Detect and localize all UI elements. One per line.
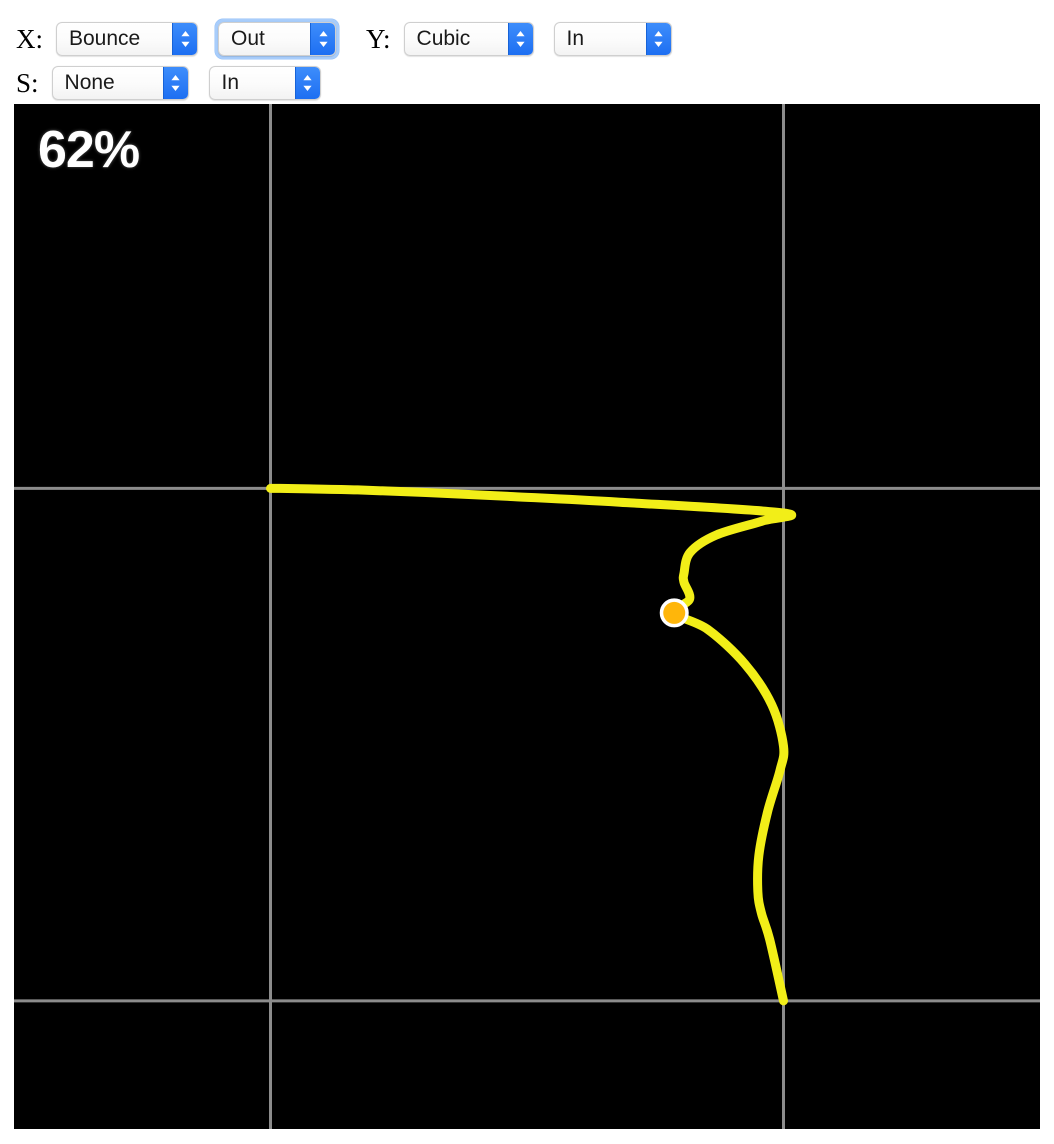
s-easing-function-value: None bbox=[64, 71, 115, 94]
chevron-up-down-icon[interactable] bbox=[162, 67, 188, 99]
x-easing-direction-select[interactable]: Out bbox=[218, 22, 336, 56]
y-easing-direction-value: In bbox=[566, 27, 585, 50]
chevron-up-down-icon[interactable] bbox=[172, 23, 197, 55]
x-easing-direction-value: Out bbox=[231, 27, 265, 50]
x-axis-label: X: bbox=[16, 23, 43, 54]
easing-curve-plot bbox=[14, 104, 1040, 1129]
s-axis-label: S: bbox=[16, 67, 39, 98]
x-easing-direction-select-wrap[interactable]: Out bbox=[215, 19, 339, 59]
easing-preview-canvas[interactable]: 62% bbox=[14, 104, 1040, 1129]
x-easing-function-value: Bounce bbox=[69, 27, 141, 50]
s-easing-direction-select-wrap[interactable]: In bbox=[206, 63, 324, 103]
grid-lines bbox=[14, 104, 1040, 1129]
controls-row-xy: X: Bounce Out Y: Cubic In bbox=[0, 17, 1054, 61]
chevron-up-down-icon[interactable] bbox=[645, 23, 671, 55]
y-easing-direction-select-wrap[interactable]: In bbox=[551, 19, 675, 59]
x-easing-function-select-wrap[interactable]: Bounce bbox=[53, 19, 201, 59]
easing-visualizer-app: X: Bounce Out Y: Cubic In S: None In 62% bbox=[0, 0, 1054, 1144]
controls-row-s: S: None In bbox=[0, 61, 1054, 105]
easing-curve-path bbox=[266, 483, 797, 1006]
y-easing-function-select-wrap[interactable]: Cubic bbox=[401, 19, 537, 59]
current-progress-marker[interactable] bbox=[663, 601, 686, 624]
s-easing-function-select-wrap[interactable]: None bbox=[49, 63, 192, 103]
x-easing-function-select[interactable]: Bounce bbox=[56, 22, 198, 56]
controls-toolbar: X: Bounce Out Y: Cubic In S: None In bbox=[0, 0, 1054, 104]
s-easing-direction-value: In bbox=[221, 71, 240, 94]
chevron-up-down-icon[interactable] bbox=[310, 23, 335, 55]
y-axis-label: Y: bbox=[366, 23, 391, 54]
y-easing-direction-select[interactable]: In bbox=[553, 22, 672, 56]
s-easing-direction-select[interactable]: In bbox=[208, 66, 321, 100]
s-easing-function-select[interactable]: None bbox=[51, 66, 189, 100]
chevron-up-down-icon[interactable] bbox=[294, 67, 320, 99]
y-easing-function-value: Cubic bbox=[416, 27, 471, 50]
y-easing-function-select[interactable]: Cubic bbox=[403, 22, 534, 56]
chevron-up-down-icon[interactable] bbox=[507, 23, 533, 55]
progress-percent-readout: 62% bbox=[38, 121, 140, 179]
